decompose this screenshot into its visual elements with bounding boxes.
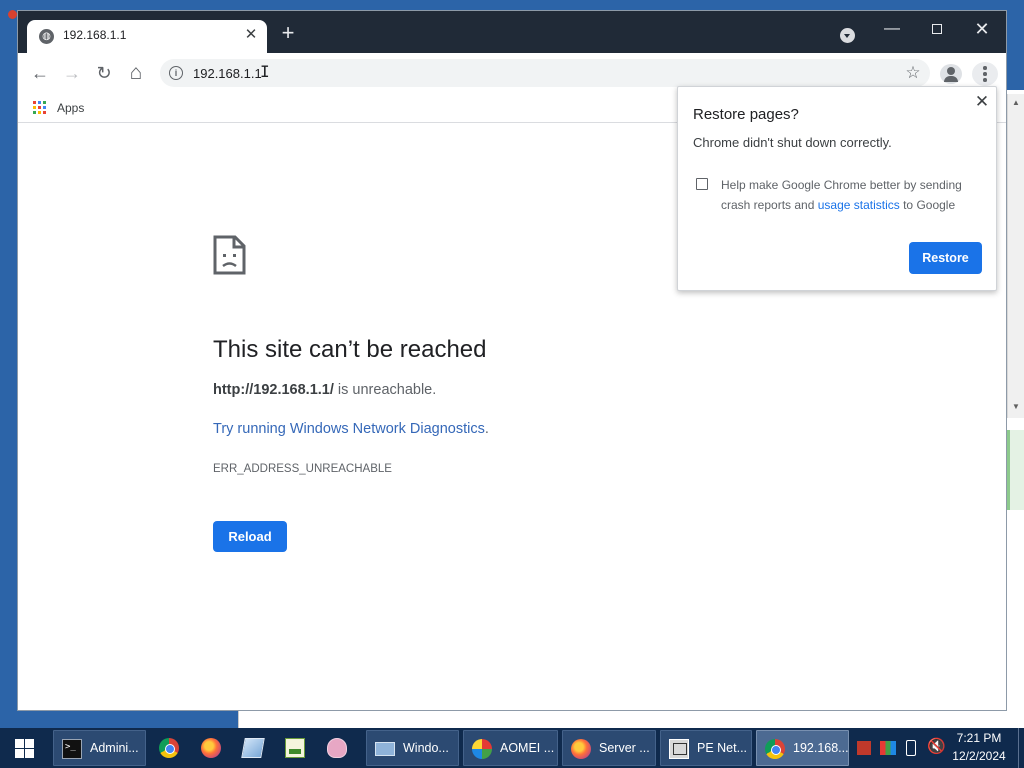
crash-report-checkbox[interactable] bbox=[696, 178, 708, 190]
maximize-button[interactable] bbox=[917, 17, 957, 41]
taskbar-item-chrome-active[interactable]: 192.168... bbox=[756, 730, 849, 766]
usage-statistics-link[interactable]: usage statistics bbox=[818, 198, 900, 212]
taskbar-item-aomei[interactable]: AOMEI ... bbox=[463, 730, 558, 766]
globe-icon: ◍ bbox=[39, 29, 54, 44]
show-desktop-button[interactable] bbox=[1018, 728, 1024, 768]
dialog-close-icon[interactable]: ✕ bbox=[972, 92, 992, 112]
start-button[interactable] bbox=[0, 728, 48, 768]
background-window-edge bbox=[1007, 430, 1024, 510]
scroll-down-icon[interactable]: ▼ bbox=[1008, 400, 1024, 414]
crash-report-label: Help make Google Chrome better by sendin… bbox=[721, 178, 962, 212]
tray-network-adapter-icon[interactable] bbox=[857, 741, 871, 755]
tab-search-icon[interactable] bbox=[840, 28, 855, 43]
taskbar-item-administrator[interactable]: Admini... bbox=[53, 730, 146, 766]
apps-link[interactable]: Apps bbox=[57, 101, 84, 115]
scroll-up-icon[interactable]: ▲ bbox=[1008, 96, 1024, 110]
profile-icon[interactable] bbox=[940, 64, 962, 84]
back-button[interactable]: ← bbox=[27, 60, 53, 86]
minimize-button[interactable]: — bbox=[872, 17, 912, 41]
restore-button[interactable]: Restore bbox=[909, 242, 982, 274]
cmd-icon bbox=[62, 739, 82, 759]
error-code: ERR_ADDRESS_UNREACHABLE bbox=[213, 463, 392, 475]
firefox-icon bbox=[201, 738, 221, 758]
error-headline: This site can’t be reached bbox=[213, 336, 487, 363]
reload-button[interactable]: ↻ bbox=[91, 60, 117, 86]
aomei-icon bbox=[472, 739, 492, 759]
chrome-icon bbox=[765, 739, 785, 759]
brain-icon bbox=[327, 738, 347, 758]
forward-button[interactable]: → bbox=[59, 60, 85, 86]
diagnostics-line: Try running Windows Network Diagnostics. bbox=[213, 421, 489, 437]
tab-title: 192.168.1.1 bbox=[63, 28, 127, 42]
restore-pages-dialog: Restore pages? ✕ Chrome didn't shut down… bbox=[677, 86, 997, 291]
address-bar[interactable]: i 192.168.1.1 I bbox=[160, 59, 930, 87]
taskbar-item-windows[interactable]: Windo... bbox=[366, 730, 459, 766]
address-text[interactable]: 192.168.1.1 bbox=[193, 66, 262, 81]
tray-usb-icon[interactable] bbox=[906, 740, 916, 756]
close-window-button[interactable]: ✕ bbox=[962, 17, 1002, 41]
taskbar-item-firefox[interactable] bbox=[193, 730, 231, 766]
diagnostics-link[interactable]: Try running Windows Network Diagnostics bbox=[213, 421, 485, 437]
laptop-icon bbox=[375, 742, 395, 756]
notepad-icon bbox=[285, 738, 305, 758]
taskbar-item-brain[interactable] bbox=[319, 730, 361, 766]
maximize-icon bbox=[932, 24, 942, 34]
chrome-icon bbox=[159, 738, 179, 758]
reload-button[interactable]: Reload bbox=[213, 521, 287, 552]
tab-192-168-1-1[interactable]: ◍ 192.168.1.1 ✕ bbox=[27, 20, 267, 53]
taskbar-item-document[interactable] bbox=[235, 730, 273, 766]
text-cursor-icon: I bbox=[260, 62, 270, 81]
desktop-icon-fragment bbox=[8, 10, 17, 19]
diagnostics-period: . bbox=[484, 421, 489, 437]
error-detail: http://192.168.1.1/ is unreachable. bbox=[213, 382, 436, 398]
menu-icon[interactable] bbox=[972, 62, 998, 86]
document-icon bbox=[241, 738, 265, 758]
apps-icon[interactable] bbox=[33, 101, 47, 115]
taskbar-item-notepad[interactable] bbox=[277, 730, 315, 766]
network-icon bbox=[669, 739, 689, 759]
clock-date[interactable]: 12/2/2024 bbox=[950, 749, 1008, 763]
new-tab-button[interactable]: + bbox=[278, 22, 298, 44]
taskbar-item-pe-network[interactable]: PE Net... bbox=[660, 730, 752, 766]
background-scrollbar[interactable]: ▲ ▼ bbox=[1007, 94, 1024, 418]
taskbar-item-server[interactable]: Server ... bbox=[562, 730, 656, 766]
close-tab-icon[interactable]: ✕ bbox=[242, 25, 260, 45]
title-bar: ◍ 192.168.1.1 ✕ + — ✕ bbox=[18, 11, 1006, 53]
clock-time[interactable]: 7:21 PM bbox=[950, 731, 1008, 745]
error-url: http://192.168.1.1/ bbox=[213, 382, 334, 398]
speaker-muted-icon[interactable]: 🔇 bbox=[927, 738, 946, 756]
taskbar: Admini... Windo... AOMEI ... Server ... … bbox=[0, 728, 1024, 768]
sad-page-icon bbox=[213, 235, 246, 275]
taskbar-item-chrome[interactable] bbox=[151, 730, 189, 766]
info-icon[interactable]: i bbox=[169, 66, 183, 80]
error-url-suffix: is unreachable. bbox=[333, 382, 437, 398]
tray-color-icon[interactable] bbox=[880, 741, 896, 755]
bookmark-star-icon[interactable]: ☆ bbox=[902, 60, 924, 86]
home-button[interactable]: ⌂ bbox=[123, 60, 149, 86]
dialog-message: Chrome didn't shut down correctly. bbox=[693, 135, 892, 150]
firefox-icon bbox=[571, 739, 591, 759]
dialog-title: Restore pages? bbox=[693, 106, 799, 123]
